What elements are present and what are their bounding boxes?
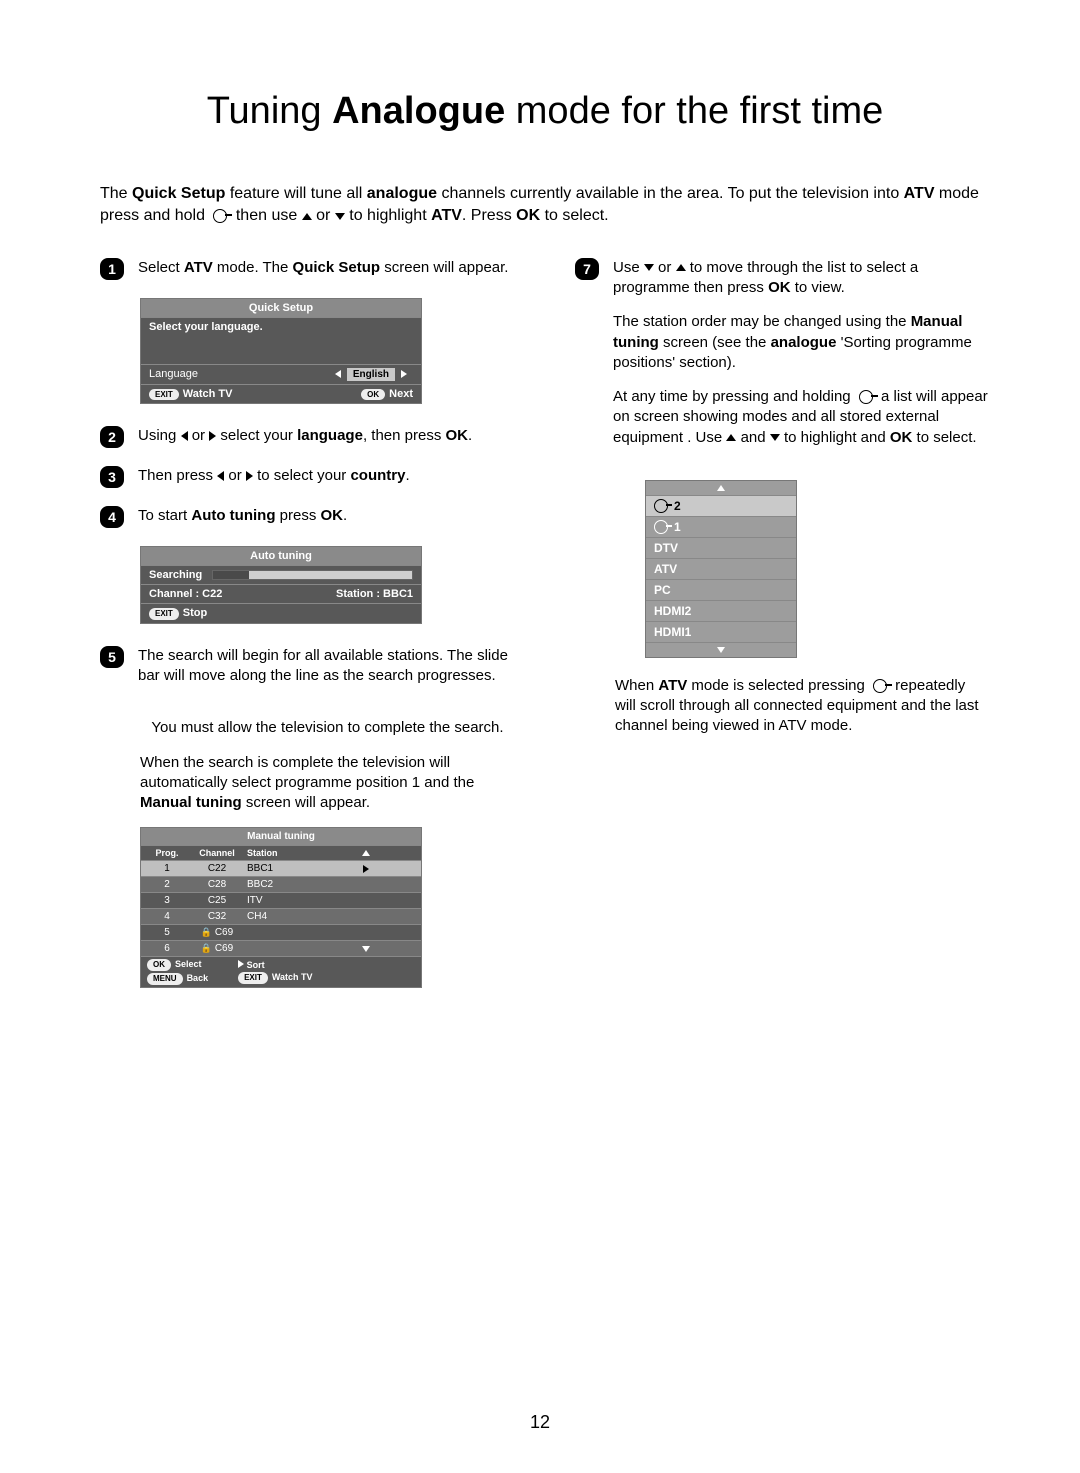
right-arrow-icon (246, 471, 253, 481)
up-arrow-icon (302, 213, 312, 220)
step-3: 3 Then press or to select your country. (100, 466, 515, 488)
osd-title: Quick Setup (141, 299, 421, 317)
source-icon (869, 678, 891, 694)
channel-label: Channel : C22 (149, 588, 222, 600)
language-value: English (347, 368, 395, 381)
osd-title: Auto tuning (141, 547, 421, 565)
step-7-p2: The station order may be changed using t… (613, 312, 990, 373)
language-selector: English (329, 368, 413, 381)
step-2: 2 Using or select your language, then pr… (100, 426, 515, 448)
searching-label: Searching (149, 569, 202, 581)
down-arrow-icon (644, 264, 654, 271)
step-5-p2: When the search is complete the televisi… (140, 753, 515, 814)
language-label: Language (149, 368, 198, 380)
left-arrow-icon (335, 370, 341, 378)
right-arrow-icon (401, 370, 407, 378)
mode-item: DTV (646, 537, 796, 558)
lock-icon: 🔒 (201, 927, 212, 937)
lock-icon: 🔒 (201, 943, 212, 953)
up-arrow-icon (362, 850, 370, 856)
step-number: 3 (100, 466, 124, 488)
mode-item: HDMI2 (646, 600, 796, 621)
ok-badge: OK (361, 389, 385, 401)
up-arrow-icon (726, 434, 736, 441)
osd-progress-row: Searching (141, 565, 421, 584)
title-post: mode for the first time (505, 90, 883, 132)
down-arrow-icon (362, 946, 370, 952)
intro-paragraph: The Quick Setup feature will tune all an… (100, 183, 990, 228)
left-column: 1 Select ATV mode. The Quick Setup scree… (100, 258, 515, 1010)
right-arrow-icon (238, 960, 244, 968)
exit-badge: EXIT (238, 972, 268, 984)
right-column: 7 Use or to move through the list to sel… (575, 258, 990, 1010)
table-row: 2 C28 BBC2 (141, 876, 421, 892)
step-5: 5 The search will begin for all availabl… (100, 646, 515, 701)
exit-badge: EXIT (149, 608, 179, 620)
title-bold: Analogue (332, 90, 505, 132)
station-label: Station : BBC1 (336, 588, 413, 600)
menu-badge: MENU (147, 973, 183, 985)
left-arrow-icon (181, 431, 188, 441)
mode-item: ATV (646, 558, 796, 579)
mode-item: PC (646, 579, 796, 600)
input-icon (654, 499, 668, 513)
step-7: 7 Use or to move through the list to sel… (575, 258, 990, 462)
up-arrow-icon (676, 264, 686, 271)
source-icon (855, 389, 877, 405)
title-pre: Tuning (207, 90, 332, 132)
progress-bar (212, 570, 413, 580)
mode-list-osd: 2 1 DTV ATV PC HDMI2 HDMI1 (645, 480, 797, 658)
quick-setup-osd: Quick Setup Select your language. Langua… (140, 298, 422, 405)
manual-page: Tuning Analogue mode for the first time … (0, 0, 1080, 1473)
table-row: 3 C25 ITV (141, 892, 421, 908)
step-number: 7 (575, 258, 599, 280)
down-arrow-icon (717, 647, 725, 653)
auto-tuning-osd: Auto tuning Searching Channel : C22 Stat… (140, 546, 422, 624)
table-row: 5 🔒 C69 (141, 924, 421, 940)
table-row: 4 C32 CH4 (141, 908, 421, 924)
step-number: 4 (100, 506, 124, 528)
input-icon (654, 520, 668, 534)
source-icon (209, 208, 231, 224)
step-7-p1: Use or to move through the list to selec… (613, 258, 990, 299)
osd-footer: EXITWatch TV OKNext (141, 384, 421, 404)
step-number: 1 (100, 258, 124, 280)
table-row: 1 C22 BBC1 (141, 860, 421, 876)
mode-item: HDMI1 (646, 621, 796, 642)
osd-footer: EXITStop (141, 603, 421, 623)
step-7-p4: When ATV mode is selected pressing repea… (615, 676, 990, 737)
step-5-p1: The search will begin for all available … (138, 646, 515, 687)
up-arrow-icon (717, 485, 725, 491)
osd-language-row: Language English (141, 364, 421, 384)
ok-badge: OK (147, 959, 171, 971)
down-arrow-icon (770, 434, 780, 441)
page-number: 12 (0, 1412, 1080, 1433)
osd-channel-row: Channel : C22 Station : BBC1 (141, 584, 421, 603)
step-4: 4 To start Auto tuning press OK. (100, 506, 515, 528)
table-row: 6 🔒 C69 (141, 940, 421, 956)
step-number: 5 (100, 646, 124, 668)
osd-title: Manual tuning (141, 828, 421, 845)
table-header: Prog. Channel Station (141, 845, 421, 860)
step-number: 2 (100, 426, 124, 448)
osd-prompt: Select your language. (141, 317, 421, 364)
page-title: Tuning Analogue mode for the first time (100, 90, 990, 133)
osd-footer: OKSelect MENUBack Sort EXITWatch TV (141, 956, 421, 986)
manual-tuning-osd: Manual tuning Prog. Channel Station 1 C2… (140, 827, 422, 987)
step-5-note: You must allow the television to complet… (140, 718, 515, 738)
right-arrow-icon (363, 865, 369, 873)
down-arrow-icon (335, 213, 345, 220)
mode-item: 2 (646, 495, 796, 516)
step-7-p3: At any time by pressing and holding a li… (613, 387, 990, 448)
exit-badge: EXIT (149, 389, 179, 401)
mode-item: 1 (646, 516, 796, 537)
step-1: 1 Select ATV mode. The Quick Setup scree… (100, 258, 515, 280)
